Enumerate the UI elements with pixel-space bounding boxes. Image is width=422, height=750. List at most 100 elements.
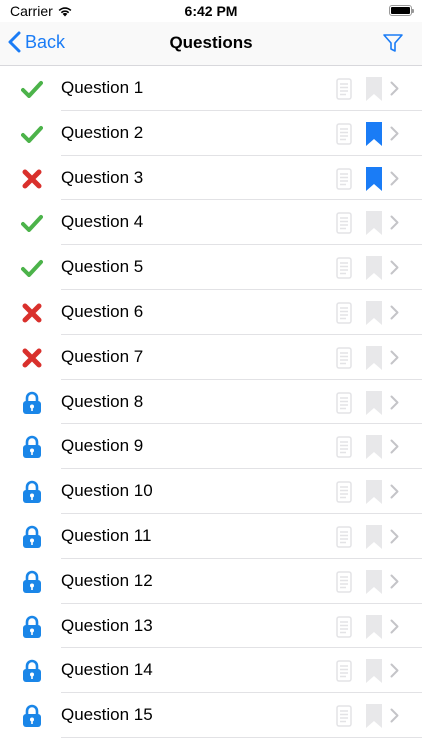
lock-icon: [21, 480, 43, 504]
bookmark-icon[interactable]: [365, 390, 383, 421]
notes-icon[interactable]: [335, 705, 353, 732]
checkmark-icon: [21, 123, 43, 145]
bookmark-icon[interactable]: [365, 300, 383, 331]
lock-icon: [21, 704, 43, 728]
row-separator: [61, 736, 422, 738]
filter-icon: [383, 34, 403, 52]
question-row[interactable]: Question 10: [0, 469, 422, 514]
question-label: Question 7: [61, 346, 144, 366]
notes-icon[interactable]: [335, 526, 353, 553]
bookmark-icon[interactable]: [365, 210, 383, 241]
lock-icon: [21, 570, 43, 593]
navigation-bar: Back Questions: [0, 22, 422, 66]
notes-icon[interactable]: [335, 212, 353, 239]
bookmark-icon[interactable]: [365, 345, 383, 376]
question-row[interactable]: Question 15: [0, 693, 422, 738]
lock-icon: [21, 525, 43, 548]
chevron-right-icon: [390, 439, 399, 459]
question-label: Question 3: [61, 167, 144, 187]
checkmark-icon: [21, 257, 43, 279]
question-row[interactable]: Question 3: [0, 156, 422, 201]
question-row[interactable]: Question 2: [0, 111, 422, 156]
chevron-right-icon: [390, 619, 399, 639]
question-label: Question 6: [61, 301, 144, 321]
cross-icon: [21, 302, 43, 324]
question-label: Question 5: [61, 257, 144, 277]
battery-icon: [389, 5, 414, 16]
chevron-right-icon: [390, 350, 399, 370]
notes-icon[interactable]: [335, 391, 353, 419]
lock-icon: [21, 615, 43, 638]
status-bar: Carrier 6:42 PM: [0, 0, 422, 22]
question-label: Question 8: [61, 391, 144, 411]
question-label: Question 10: [61, 481, 153, 501]
question-row[interactable]: Question 4: [0, 200, 422, 246]
chevron-right-icon: [390, 171, 399, 191]
screen: Carrier 6:42 PM Back Questions Question …: [0, 0, 422, 750]
question-row[interactable]: Question 7: [0, 335, 422, 380]
cross-icon: [21, 347, 43, 369]
notes-icon[interactable]: [335, 436, 353, 463]
chevron-right-icon: [390, 574, 399, 594]
question-label: Question 12: [61, 570, 153, 590]
chevron-right-icon: [390, 305, 399, 325]
question-row[interactable]: Question 8: [0, 380, 422, 425]
clock: 6:42 PM: [184, 3, 238, 19]
notes-icon[interactable]: [335, 571, 353, 598]
bookmark-icon[interactable]: [365, 569, 383, 600]
chevron-right-icon: [390, 81, 399, 101]
question-row[interactable]: Question 9: [0, 424, 422, 470]
question-label: Question 13: [61, 615, 153, 635]
question-label: Question 15: [61, 705, 153, 725]
question-row[interactable]: Question 1: [0, 66, 422, 111]
notes-icon[interactable]: [335, 167, 353, 195]
question-label: Question 11: [61, 525, 152, 545]
chevron-right-icon: [390, 484, 399, 504]
bookmark-icon[interactable]: [365, 166, 383, 197]
question-row[interactable]: Question 6: [0, 290, 422, 335]
lock-icon: [21, 391, 43, 414]
notes-icon[interactable]: [335, 78, 353, 105]
notes-icon[interactable]: [335, 123, 353, 150]
notes-icon[interactable]: [335, 481, 353, 508]
bookmark-icon[interactable]: [365, 614, 383, 645]
chevron-right-icon: [390, 126, 399, 146]
lock-icon: [21, 660, 43, 683]
bookmark-icon[interactable]: [365, 658, 383, 689]
bookmark-icon[interactable]: [365, 434, 383, 465]
bookmark-icon[interactable]: [365, 121, 383, 152]
question-row[interactable]: Question 11: [0, 514, 422, 559]
chevron-right-icon: [390, 708, 399, 728]
question-row[interactable]: Question 5: [0, 245, 422, 290]
question-row[interactable]: Question 12: [0, 559, 422, 604]
chevron-right-icon: [390, 260, 399, 280]
question-label: Question 4: [61, 212, 144, 232]
question-label: Question 1: [61, 78, 144, 97]
notes-icon[interactable]: [335, 660, 353, 687]
checkmark-icon: [21, 212, 43, 234]
page-title: Questions: [169, 33, 253, 52]
bookmark-icon[interactable]: [365, 703, 383, 734]
chevron-right-icon: [390, 663, 399, 683]
lock-icon: [21, 436, 43, 459]
notes-icon[interactable]: [335, 257, 353, 284]
question-label: Question 2: [61, 122, 144, 142]
question-row[interactable]: Question 14: [0, 648, 422, 694]
chevron-right-icon: [390, 529, 399, 549]
notes-icon[interactable]: [335, 347, 353, 374]
chevron-right-icon: [390, 215, 399, 235]
filter-button[interactable]: [382, 32, 404, 59]
chevron-right-icon: [390, 395, 399, 415]
bookmark-icon[interactable]: [365, 76, 383, 107]
question-list: Question 1 Question 2 Question 3 Question 4…: [0, 66, 422, 738]
bookmark-icon[interactable]: [365, 255, 383, 286]
question-label: Question 14: [61, 660, 153, 680]
bookmark-icon[interactable]: [365, 479, 383, 510]
notes-icon[interactable]: [335, 302, 353, 329]
bookmark-icon[interactable]: [365, 524, 383, 555]
cross-icon: [21, 168, 43, 190]
question-row[interactable]: Question 13: [0, 604, 422, 649]
checkmark-icon: [21, 78, 43, 100]
notes-icon[interactable]: [335, 615, 353, 643]
question-label: Question 9: [61, 436, 144, 456]
